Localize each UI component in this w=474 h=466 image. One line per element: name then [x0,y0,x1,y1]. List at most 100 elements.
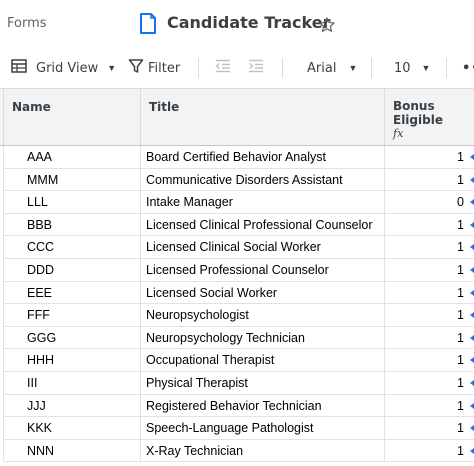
name-cell[interactable]: BBB [3,213,140,237]
name-cell[interactable]: HHH [3,349,140,372]
table-row[interactable]: HHH Occupational Therapist 1 [0,349,474,372]
bonus-eligible-cell-value: 1 [457,150,464,164]
bonus-eligible-cell-value: 1 [457,421,464,436]
font-family-dropdown[interactable]: Arial ▼ [307,48,357,88]
bonus-eligible-cell[interactable]: 1 [384,259,474,282]
table-row[interactable]: KKK Speech-Language Pathologist 1 [0,417,474,440]
bonus-eligible-cell[interactable]: 1 [384,417,474,440]
bonus-eligible-cell-value: 1 [457,353,464,368]
title-cell[interactable]: X-Ray Technician [140,439,384,463]
name-cell-value: LLL [27,195,48,210]
title-cell[interactable]: Neuropsychology Technician [140,326,384,350]
bonus-eligible-cell[interactable]: 1 [384,326,474,350]
toolbar-divider [446,58,447,78]
name-cell[interactable]: EEE [3,281,140,305]
bonus-eligible-cell[interactable]: 1 [384,439,474,463]
name-cell[interactable]: NNN [3,439,140,463]
bonus-eligible-cell-value: 1 [457,308,464,323]
name-cell-value: GGG [27,330,57,345]
title-cell[interactable]: Communicative Disorders Assistant [140,168,384,192]
table-row[interactable]: JJJ Registered Behavior Technician 1 [0,394,474,418]
title-cell[interactable]: Registered Behavior Technician [140,394,384,418]
table-row[interactable]: BBB Licensed Clinical Professional Counse… [0,213,474,237]
filter-label: Filter [148,60,181,76]
title-cell-value: Occupational Therapist [146,353,275,368]
table-row[interactable]: MMM Communicative Disorders Assistant 1 [0,168,474,192]
table-row[interactable]: EEE Licensed Social Worker 1 [0,281,474,305]
bonus-eligible-cell-value: 1 [457,398,464,413]
bonus-eligible-cell[interactable]: 1 [384,349,474,372]
title-cell-value: Registered Behavior Technician [146,398,322,413]
chevron-down-icon: ▼ [348,63,358,73]
title-cell[interactable]: Occupational Therapist [140,349,384,372]
name-cell-value: FFF [27,308,50,323]
bonus-eligible-cell[interactable]: 0 [384,191,474,214]
name-cell[interactable]: III [3,372,140,395]
cell-marker-icon [470,244,474,251]
bonus-eligible-cell[interactable]: 1 [384,168,474,192]
table-row[interactable]: LLL Intake Manager 0 [0,191,474,214]
grid-header: Name Title Bonus Eligible fx [0,89,474,146]
bonus-eligible-cell[interactable]: 1 [384,236,474,259]
title-cell-value: Neuropsychology Technician [146,330,305,345]
column-header-name[interactable]: Name [3,89,140,145]
column-header-bonus-eligible[interactable]: Bonus Eligible fx [384,89,474,145]
title-cell[interactable]: Intake Manager [140,191,384,214]
outdent-button[interactable] [215,48,231,88]
filter-button[interactable]: Filter [128,48,180,88]
grid-view-label: Grid View [36,60,99,76]
name-cell-value: NNN [27,443,55,458]
name-cell[interactable]: FFF [3,304,140,327]
cell-marker-icon [470,447,474,454]
title-cell[interactable]: Neuropsychologist [140,304,384,327]
cell-marker-icon [470,357,474,364]
table-row[interactable]: DDD Licensed Professional Counselor 1 [0,259,474,282]
title-cell-value: Licensed Clinical Professional Counselor [146,217,373,232]
font-size-dropdown[interactable]: 10 ▼ [394,48,430,88]
title-cell[interactable]: Board Certified Behavior Analyst [140,146,384,169]
cell-marker-icon [470,221,474,228]
table-row[interactable]: AAA Board Certified Behavior Analyst 1 [0,146,474,169]
grid-view-dropdown[interactable]: Grid View ▼ [11,48,116,88]
name-cell[interactable]: GGG [3,326,140,350]
title-cell[interactable]: Licensed Professional Counselor [140,259,384,282]
name-cell-value: KKK [27,421,53,436]
bonus-eligible-cell[interactable]: 1 [384,146,474,169]
bonus-eligible-cell[interactable]: 1 [384,213,474,237]
table-row[interactable]: GGG Neuropsychology Technician 1 [0,326,474,350]
cell-marker-icon [470,380,474,386]
title-cell[interactable]: Speech-Language Pathologist [140,417,384,440]
name-cell[interactable]: JJJ [3,394,140,418]
star-icon[interactable] [318,16,336,39]
table-row[interactable]: FFF Neuropsychologist 1 [0,304,474,327]
more-icon: ••• [462,60,474,76]
outdent-icon [215,59,231,78]
title-cell[interactable]: Licensed Clinical Professional Counselor [140,213,384,237]
table-row[interactable]: NNN X-Ray Technician 1 [0,439,474,463]
bonus-eligible-cell[interactable]: 1 [384,394,474,418]
more-options-button[interactable]: ••• [462,48,474,88]
forms-link[interactable]: Forms [7,16,47,31]
column-header-title[interactable]: Title [140,89,384,145]
bonus-eligible-cell[interactable]: 1 [384,304,474,327]
name-cell[interactable]: KKK [3,417,140,440]
name-cell-value: AAA [27,150,53,164]
name-cell[interactable]: LLL [3,191,140,214]
bonus-eligible-cell-value: 1 [457,443,464,458]
cell-marker-icon [470,425,474,432]
name-cell[interactable]: AAA [3,146,140,169]
indent-button[interactable] [248,48,264,88]
title-cell[interactable]: Licensed Social Worker [140,281,384,305]
name-cell[interactable]: CCC [3,236,140,259]
bonus-eligible-cell-value: 1 [457,330,464,345]
table-row[interactable]: III Physical Therapist 1 [0,372,474,395]
bonus-eligible-cell[interactable]: 1 [384,372,474,395]
bonus-eligible-cell[interactable]: 1 [384,281,474,305]
title-cell[interactable]: Physical Therapist [140,372,384,395]
name-cell[interactable]: MMM [3,168,140,192]
cell-marker-icon [470,312,474,319]
name-cell[interactable]: DDD [3,259,140,282]
title-cell-value: Communicative Disorders Assistant [146,172,343,187]
title-cell[interactable]: Licensed Clinical Social Worker [140,236,384,259]
table-row[interactable]: CCC Licensed Clinical Social Worker 1 [0,236,474,259]
